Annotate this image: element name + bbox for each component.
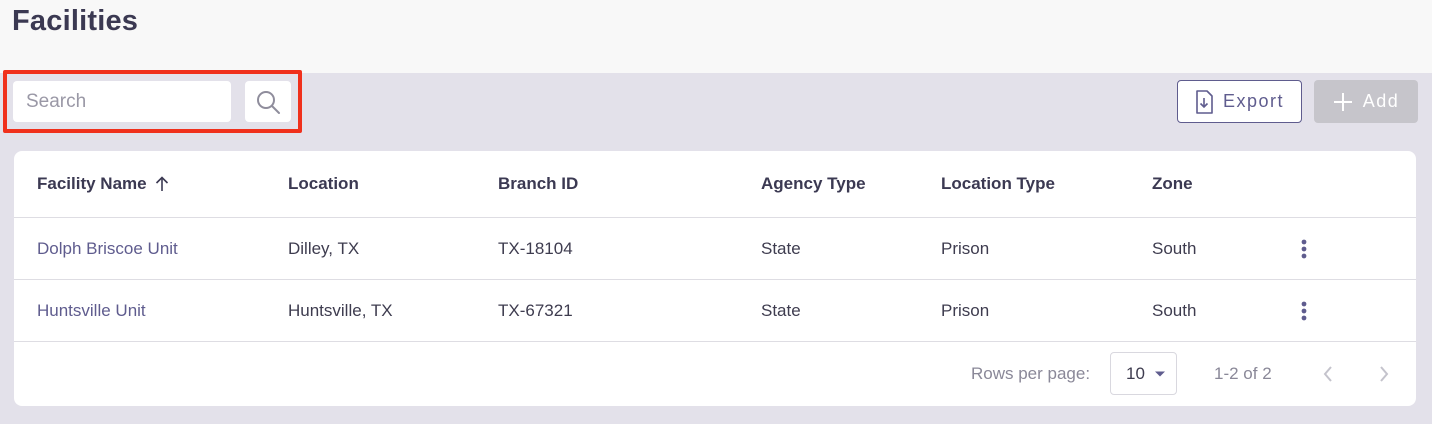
- add-label: Add: [1362, 91, 1400, 111]
- rows-per-page-value: 10: [1126, 363, 1145, 383]
- export-button[interactable]: Export: [1177, 80, 1302, 123]
- branch-id-cell: TX-67321: [498, 300, 573, 320]
- chevron-right-icon: [1380, 366, 1389, 382]
- rows-per-page-label: Rows per page:: [971, 364, 1091, 383]
- download-icon: [1196, 89, 1213, 114]
- table-pagination: Rows per page: 10 1-2 of 2: [14, 342, 1416, 406]
- more-vertical-icon: [1301, 301, 1307, 320]
- plus-icon: [1333, 92, 1352, 111]
- rows-per-page-select[interactable]: 10: [1110, 352, 1177, 395]
- search-input[interactable]: [13, 81, 231, 122]
- facility-name-link[interactable]: Huntsville Unit: [37, 280, 146, 341]
- table-row: Dolph Briscoe Unit Dilley, TX TX-18104 S…: [14, 218, 1416, 280]
- location-type-cell: Prison: [941, 238, 990, 258]
- page-header: Facilities: [0, 0, 1432, 73]
- column-header-branch-id[interactable]: Branch ID: [498, 151, 578, 217]
- zone-cell: South: [1152, 300, 1197, 320]
- add-button[interactable]: Add: [1314, 80, 1418, 123]
- column-header-location[interactable]: Location: [288, 151, 359, 217]
- column-header-facility-name[interactable]: Facility Name: [37, 151, 169, 217]
- facility-name-link[interactable]: Dolph Briscoe Unit: [37, 218, 178, 279]
- location-cell: Dilley, TX: [288, 238, 360, 258]
- facilities-table: Facility Name Location Branch ID Agency …: [14, 151, 1416, 406]
- agency-type-cell: State: [761, 238, 801, 258]
- chevron-left-icon: [1323, 366, 1332, 382]
- row-menu-button[interactable]: [1292, 280, 1316, 341]
- more-vertical-icon: [1301, 239, 1307, 258]
- row-menu-button[interactable]: [1292, 218, 1316, 279]
- location-cell: Huntsville, TX: [288, 300, 393, 320]
- pagination-range: 1-2 of 2: [1214, 364, 1272, 383]
- previous-page-button[interactable]: [1316, 362, 1340, 386]
- table-header-row: Facility Name Location Branch ID Agency …: [14, 151, 1416, 218]
- column-header-agency-type[interactable]: Agency Type: [761, 151, 866, 217]
- search-icon: [257, 90, 280, 114]
- column-header-location-type[interactable]: Location Type: [941, 151, 1055, 217]
- table-row: Huntsville Unit Huntsville, TX TX-67321 …: [14, 280, 1416, 342]
- caret-down-icon: [1155, 371, 1165, 377]
- next-page-button[interactable]: [1372, 362, 1396, 386]
- page-title: Facilities: [12, 5, 139, 37]
- column-header-zone[interactable]: Zone: [1152, 151, 1193, 217]
- location-type-cell: Prison: [941, 300, 990, 320]
- export-label: Export: [1222, 91, 1285, 111]
- zone-cell: South: [1152, 238, 1197, 258]
- agency-type-cell: State: [761, 300, 801, 320]
- branch-id-cell: TX-18104: [498, 238, 573, 258]
- arrow-up-icon: [155, 176, 169, 192]
- search-button[interactable]: [245, 81, 291, 122]
